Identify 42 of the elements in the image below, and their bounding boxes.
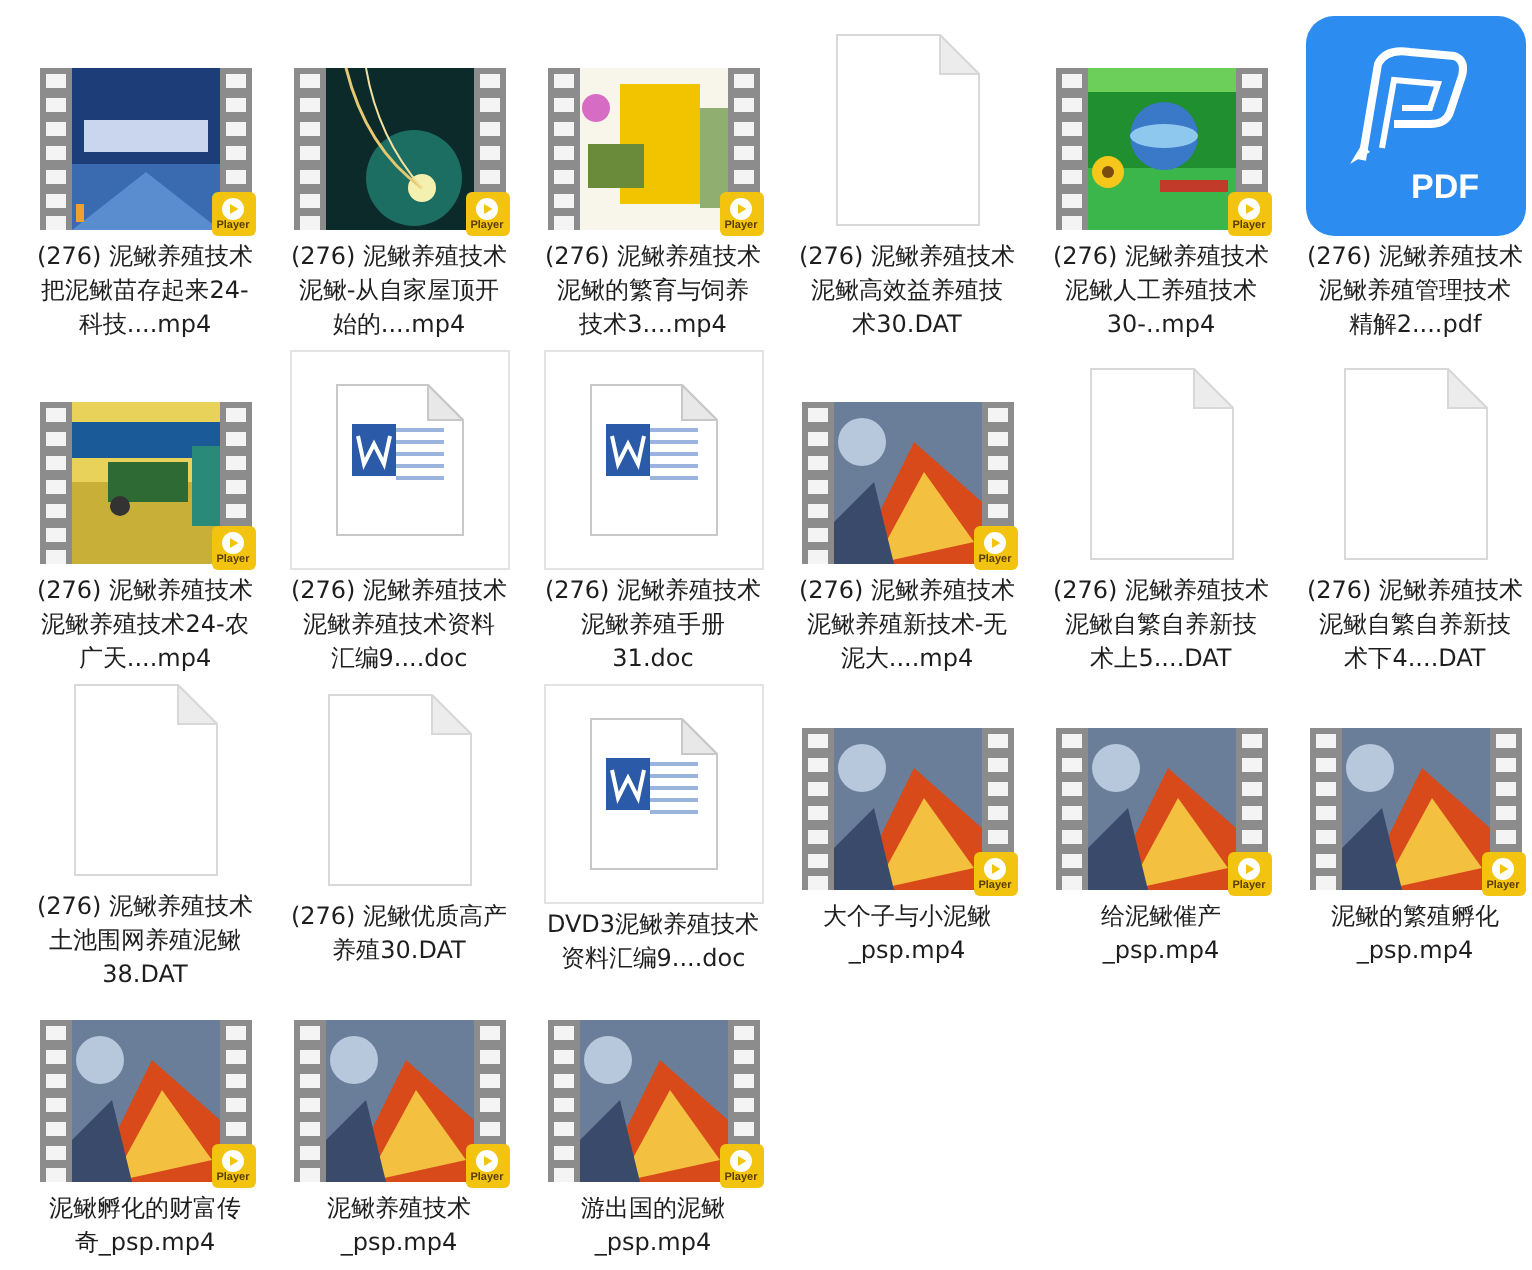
- file-name[interactable]: DVD3泥鳅养殖技术 资料汇编9....doc: [546, 908, 760, 976]
- play-icon: [222, 1149, 244, 1171]
- file-name[interactable]: (276) 泥鳅养殖技术 泥鳅养殖技术资料 汇编9....doc: [290, 574, 508, 676]
- blank-file-icon: [1343, 368, 1487, 560]
- play-icon: [222, 197, 244, 219]
- word-document-icon: [589, 718, 717, 870]
- blank-file-icon: [1089, 368, 1233, 560]
- file-name[interactable]: (276) 泥鳅养殖技术 泥鳅养殖手册 31.doc: [544, 574, 762, 676]
- file-name[interactable]: (276) 泥鳅养殖技术 泥鳅自繁自养新技 术下4....DAT: [1306, 574, 1524, 676]
- file-name[interactable]: (276) 泥鳅养殖技术 泥鳅养殖技术24-农 广天....mp4: [36, 574, 254, 676]
- file-name[interactable]: (276) 泥鳅养殖技术 泥鳅养殖新技术-无 泥大....mp4: [798, 574, 1016, 676]
- play-icon: [1492, 857, 1514, 879]
- file-name[interactable]: 大个子与小泥鳅 _psp.mp4: [823, 900, 991, 968]
- play-icon: [1238, 197, 1260, 219]
- play-icon: [476, 1149, 498, 1171]
- file-name[interactable]: (276) 泥鳅养殖技术 泥鳅自繁自养新技 术上5....DAT: [1052, 574, 1270, 676]
- file-name[interactable]: (276) 泥鳅养殖技术 把泥鳅苗存起来24- 科技....mp4: [36, 240, 254, 342]
- file-name[interactable]: (276) 泥鳅养殖技术 泥鳅的繁育与饲养 技术3....mp4: [544, 240, 762, 342]
- play-icon: [730, 1149, 752, 1171]
- file-name[interactable]: (276) 泥鳅养殖技术 泥鳅-从自家屋顶开 始的....mp4: [290, 240, 508, 342]
- file-name[interactable]: (276) 泥鳅养殖技术 泥鳅人工养殖技术 30-..mp4: [1052, 240, 1270, 342]
- file-name[interactable]: (276) 泥鳅养殖技术 泥鳅养殖管理技术 精解2....pdf: [1306, 240, 1524, 342]
- file-name[interactable]: 给泥鳅催产 _psp.mp4: [1101, 900, 1221, 968]
- file-name[interactable]: 游出国的泥鳅 _psp.mp4: [581, 1192, 725, 1260]
- play-icon: [984, 857, 1006, 879]
- file-name[interactable]: (276) 泥鳅优质高产 养殖30.DAT: [290, 900, 508, 968]
- play-icon: [1238, 857, 1260, 879]
- file-name[interactable]: (276) 泥鳅养殖技术 土池围网养殖泥鳅 38.DAT: [36, 890, 254, 992]
- play-icon: [984, 531, 1006, 553]
- file-name[interactable]: 泥鳅孵化的财富传 奇_psp.mp4: [49, 1192, 241, 1260]
- file-name[interactable]: 泥鳅的繁殖孵化 _psp.mp4: [1331, 900, 1499, 968]
- play-icon: [476, 197, 498, 219]
- file-name[interactable]: (276) 泥鳅养殖技术 泥鳅高效益养殖技 术30.DAT: [798, 240, 1016, 342]
- word-document-icon: [335, 384, 463, 536]
- pdf-label: PDF: [1411, 168, 1479, 208]
- play-icon: [222, 531, 244, 553]
- word-document-icon: [589, 384, 717, 536]
- blank-file-icon: [327, 694, 471, 886]
- play-icon: [730, 197, 752, 219]
- blank-file-icon: [835, 34, 979, 226]
- blank-file-icon: [73, 684, 217, 876]
- file-name[interactable]: 泥鳅养殖技术 _psp.mp4: [327, 1192, 471, 1260]
